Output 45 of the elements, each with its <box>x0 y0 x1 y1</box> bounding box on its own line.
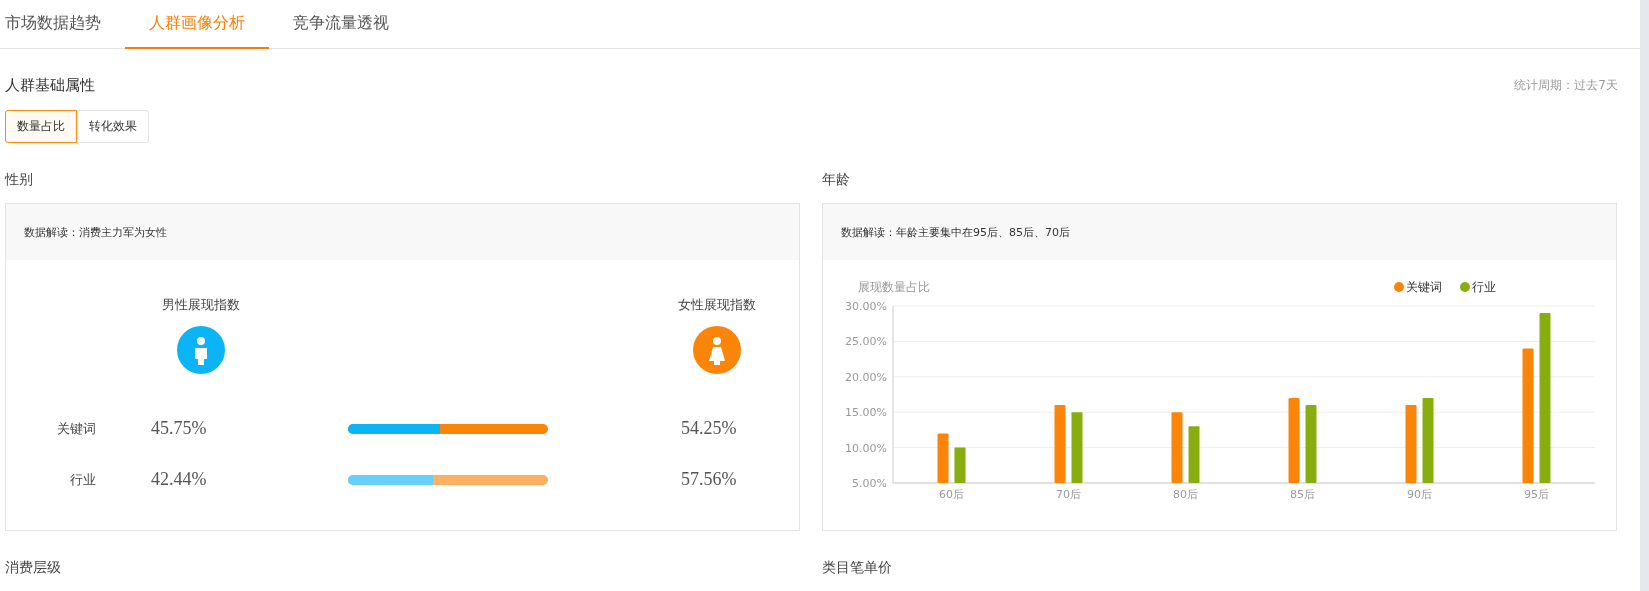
female-percent: 57.56% <box>681 469 737 489</box>
female-icon <box>693 326 741 374</box>
tick-label: 25.00% <box>845 335 887 349</box>
insight-text: 数据解读：年龄主要集中在95后、85后、70后 <box>841 224 1070 240</box>
female-percent: 54.25% <box>681 418 737 438</box>
toggle-option[interactable]: 数量占比 <box>5 110 77 143</box>
axis-title: 展现数量占比 <box>858 280 930 294</box>
tick-label: 10.00% <box>845 441 887 455</box>
tick-label: 30.00% <box>845 300 887 313</box>
insight-text: 数据解读：消费主力军为女性 <box>24 224 167 240</box>
bar <box>1171 412 1183 483</box>
male-percent: 42.44% <box>151 469 207 489</box>
male-label: 男性展现指数 <box>162 296 240 314</box>
legend-label: 关键词 <box>1406 280 1442 294</box>
bar <box>1188 426 1200 483</box>
tick-label: 5.00% <box>852 477 887 490</box>
section-title: 人群基础属性 <box>5 76 95 95</box>
toggle-option[interactable]: 转化效果 <box>77 110 149 143</box>
male-percent: 45.75% <box>151 418 207 438</box>
panel-title: 年龄 <box>822 170 851 189</box>
bar <box>937 433 949 483</box>
legend-item[interactable]: 关键词 <box>1394 280 1442 294</box>
tick-label: 80后 <box>1173 488 1198 501</box>
row-label: 行业 <box>69 470 96 489</box>
tick-label: 85后 <box>1290 488 1315 501</box>
panel-title: 类目笔单价 <box>822 558 893 577</box>
bar <box>1071 412 1083 483</box>
tab[interactable]: 市场数据趋势 <box>0 0 125 49</box>
row-label: 关键词 <box>56 419 96 438</box>
female-label: 女性展现指数 <box>678 296 756 314</box>
tick-label: 70后 <box>1056 488 1081 501</box>
legend-label: 行业 <box>1472 280 1496 294</box>
bar <box>954 447 966 483</box>
panel-title: 性别 <box>5 170 34 189</box>
male-icon <box>177 326 225 374</box>
tick-label: 95后 <box>1524 488 1549 501</box>
tick-label: 15.00% <box>845 406 887 420</box>
period-label: 统计周期：过去7天 <box>1514 77 1618 94</box>
tick-label: 60后 <box>939 488 964 501</box>
scrollbar[interactable] <box>1640 0 1649 591</box>
tick-label: 20.00% <box>845 370 887 384</box>
tab[interactable]: 竞争流量透视 <box>269 0 413 49</box>
legend-item[interactable]: 行业 <box>1460 280 1496 294</box>
panel-title: 消费层级 <box>5 558 62 577</box>
tick-label: 90后 <box>1407 488 1432 501</box>
